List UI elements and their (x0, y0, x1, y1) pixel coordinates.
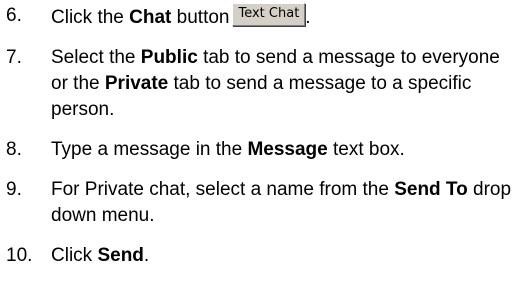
bold-term-message: Message (247, 139, 328, 160)
step-text-part: button (171, 7, 230, 28)
step-text-part: . (143, 245, 150, 266)
instruction-steps: 6. Click the Chat button Text Chat. 7. Se… (6, 3, 518, 283)
step-text-part: Click the (51, 7, 130, 28)
step-number: 7. (6, 47, 22, 68)
step-6: 6. Click the Chat button Text Chat. (6, 3, 518, 31)
step-7: 7. Select the Public tab to send a messa… (6, 45, 518, 123)
bold-term-send-to: Send To (394, 179, 468, 200)
bold-term-send: Send (97, 245, 144, 266)
step-text: Click the Chat button Text Chat. (51, 3, 518, 31)
step-number: 6. (6, 5, 22, 26)
bold-term-chat: Chat (129, 7, 172, 28)
bold-term-private: Private (104, 73, 169, 94)
step-text-part: Click (51, 245, 98, 266)
step-text-part: For Private chat, select a name from the (51, 179, 395, 200)
step-number: 9. (6, 179, 22, 200)
step-8: 8. Type a message in the Message text bo… (6, 137, 518, 163)
step-text: Click Send. (51, 243, 518, 269)
step-text-part: text box. (327, 139, 405, 160)
step-number: 10. (6, 245, 33, 266)
step-text-part: . (305, 7, 311, 28)
step-text-part: Type a message in the (51, 139, 248, 160)
step-10: 10. Click Send. (6, 243, 518, 269)
bold-term-public: Public (140, 47, 198, 68)
text-chat-button[interactable]: Text Chat (232, 3, 306, 26)
step-text: Select the Public tab to send a message … (51, 45, 518, 123)
step-text: For Private chat, select a name from the… (51, 177, 518, 229)
step-9: 9. For Private chat, select a name from … (6, 177, 518, 229)
step-text-part: Select the (51, 47, 141, 68)
step-number: 8. (6, 139, 22, 160)
step-text: Type a message in the Message text box. (51, 137, 518, 163)
